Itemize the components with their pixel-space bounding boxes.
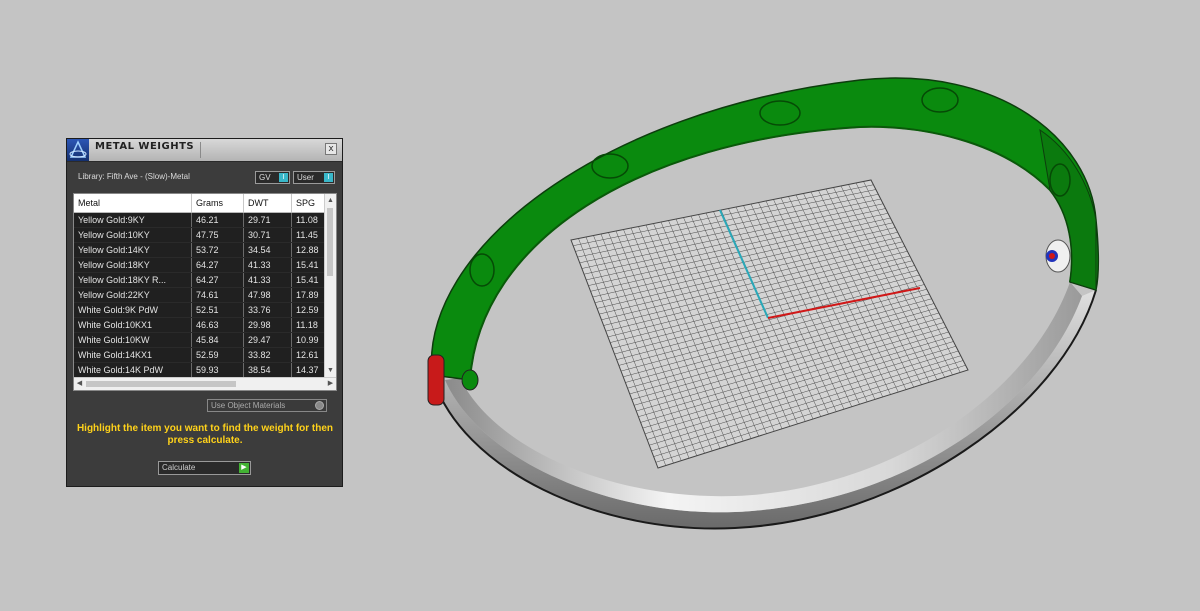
gv-toggle-label: GV: [259, 173, 271, 182]
horizontal-scroll-thumb[interactable]: [86, 381, 236, 387]
cell-spg: 10.99: [292, 333, 326, 347]
user-indicator-icon: I: [324, 173, 333, 182]
cell-dwt: 41.33: [244, 273, 292, 287]
cell-spg: 15.41: [292, 273, 326, 287]
cell-metal: Yellow Gold:14KY: [74, 243, 192, 257]
title-separator: [200, 142, 201, 158]
calculate-label: Calculate: [162, 463, 196, 472]
scroll-right-icon[interactable]: ▶: [325, 379, 336, 389]
cell-metal: White Gold:14K PdW: [74, 363, 192, 377]
table-rows: Yellow Gold:9KY 46.21 29.71 11.08 Yellow Go…: [74, 213, 326, 378]
cell-spg: 11.45: [292, 228, 326, 242]
cell-dwt: 29.47: [244, 333, 292, 347]
cell-metal: White Gold:10KW: [74, 333, 192, 347]
use-object-materials-option[interactable]: Use Object Materials: [207, 399, 327, 412]
table-row[interactable]: Yellow Gold:9KY 46.21 29.71 11.08: [74, 213, 326, 228]
use-object-materials-radio[interactable]: [315, 401, 324, 410]
table-header: Metal Grams DWT SPG: [74, 194, 326, 213]
scroll-left-icon[interactable]: ◀: [74, 379, 85, 389]
panel-title: METAL WEIGHTS: [95, 141, 195, 152]
play-icon: ▶: [239, 463, 249, 473]
cell-spg: 12.59: [292, 303, 326, 317]
table-row[interactable]: White Gold:9K PdW 52.51 33.76 12.59: [74, 303, 326, 318]
cell-grams: 47.75: [192, 228, 244, 242]
column-header-grams[interactable]: Grams: [192, 194, 244, 212]
cell-dwt: 41.33: [244, 258, 292, 272]
scroll-up-icon[interactable]: ▲: [325, 196, 336, 206]
table-row[interactable]: Yellow Gold:18KY R... 64.27 41.33 15.41: [74, 273, 326, 288]
table-row[interactable]: Yellow Gold:10KY 47.75 30.71 11.45: [74, 228, 326, 243]
close-button[interactable]: x: [325, 143, 337, 155]
table-row[interactable]: White Gold:14KX1 52.59 33.82 12.61: [74, 348, 326, 363]
table-row[interactable]: Yellow Gold:18KY 64.27 41.33 15.41: [74, 258, 326, 273]
column-header-dwt[interactable]: DWT: [244, 194, 292, 212]
cell-spg: 12.88: [292, 243, 326, 257]
cell-grams: 52.51: [192, 303, 244, 317]
vertical-scroll-thumb[interactable]: [327, 208, 333, 276]
cell-grams: 45.84: [192, 333, 244, 347]
cell-spg: 17.89: [292, 288, 326, 302]
cell-grams: 46.63: [192, 318, 244, 332]
cell-metal: Yellow Gold:18KY: [74, 258, 192, 272]
metal-weights-panel: METAL WEIGHTS x Library: Fifth Ave - (Sl…: [66, 138, 343, 487]
calculate-button[interactable]: Calculate ▶: [158, 461, 251, 475]
table-row[interactable]: Yellow Gold:14KY 53.72 34.54 12.88: [74, 243, 326, 258]
instructions-text: Highlight the item you want to find the …: [76, 423, 334, 446]
column-header-spg[interactable]: SPG: [292, 194, 326, 212]
cell-grams: 59.93: [192, 363, 244, 377]
table-row[interactable]: White Gold:14K PdW 59.93 38.54 14.37: [74, 363, 326, 378]
cell-grams: 52.59: [192, 348, 244, 362]
table-row[interactable]: White Gold:10KX1 46.63 29.98 11.18: [74, 318, 326, 333]
metal-table[interactable]: Metal Grams DWT SPG Yellow Gold:9KY 46.21…: [73, 193, 337, 391]
cell-dwt: 30.71: [244, 228, 292, 242]
horizontal-scrollbar[interactable]: ◀ ▶: [74, 377, 336, 390]
cell-spg: 11.18: [292, 318, 326, 332]
cell-metal: Yellow Gold:18KY R...: [74, 273, 192, 287]
cell-dwt: 33.76: [244, 303, 292, 317]
user-toggle[interactable]: User I: [293, 171, 335, 184]
app-logo-icon: [67, 139, 89, 161]
cell-dwt: 34.54: [244, 243, 292, 257]
cell-metal: Yellow Gold:9KY: [74, 213, 192, 227]
cell-spg: 11.08: [292, 213, 326, 227]
cell-grams: 64.27: [192, 273, 244, 287]
panel-titlebar[interactable]: METAL WEIGHTS x: [67, 139, 342, 162]
cell-spg: 14.37: [292, 363, 326, 377]
gv-indicator-icon: I: [279, 173, 288, 182]
cell-metal: White Gold:10KX1: [74, 318, 192, 332]
cell-spg: 15.41: [292, 258, 326, 272]
cell-metal: Yellow Gold:22KY: [74, 288, 192, 302]
cell-metal: White Gold:14KX1: [74, 348, 192, 362]
cell-metal: White Gold:9K PdW: [74, 303, 192, 317]
table-row[interactable]: White Gold:10KW 45.84 29.47 10.99: [74, 333, 326, 348]
cell-grams: 64.27: [192, 258, 244, 272]
use-object-materials-label: Use Object Materials: [211, 401, 286, 410]
gv-toggle[interactable]: GV I: [255, 171, 290, 184]
cell-grams: 46.21: [192, 213, 244, 227]
user-toggle-label: User: [297, 173, 314, 182]
cell-dwt: 29.98: [244, 318, 292, 332]
cell-spg: 12.61: [292, 348, 326, 362]
grid-plane: [570, 179, 969, 469]
cell-grams: 74.61: [192, 288, 244, 302]
table-row[interactable]: Yellow Gold:22KY 74.61 47.98 17.89: [74, 288, 326, 303]
library-label: Library: Fifth Ave - (Slow)-Metal: [78, 172, 190, 181]
vertical-scrollbar[interactable]: ▲ ▼: [324, 194, 336, 378]
cell-metal: Yellow Gold:10KY: [74, 228, 192, 242]
cell-dwt: 47.98: [244, 288, 292, 302]
cell-dwt: 33.82: [244, 348, 292, 362]
cell-dwt: 29.71: [244, 213, 292, 227]
column-header-metal[interactable]: Metal: [74, 194, 192, 212]
scroll-down-icon[interactable]: ▼: [325, 366, 336, 376]
cell-grams: 53.72: [192, 243, 244, 257]
cell-dwt: 38.54: [244, 363, 292, 377]
